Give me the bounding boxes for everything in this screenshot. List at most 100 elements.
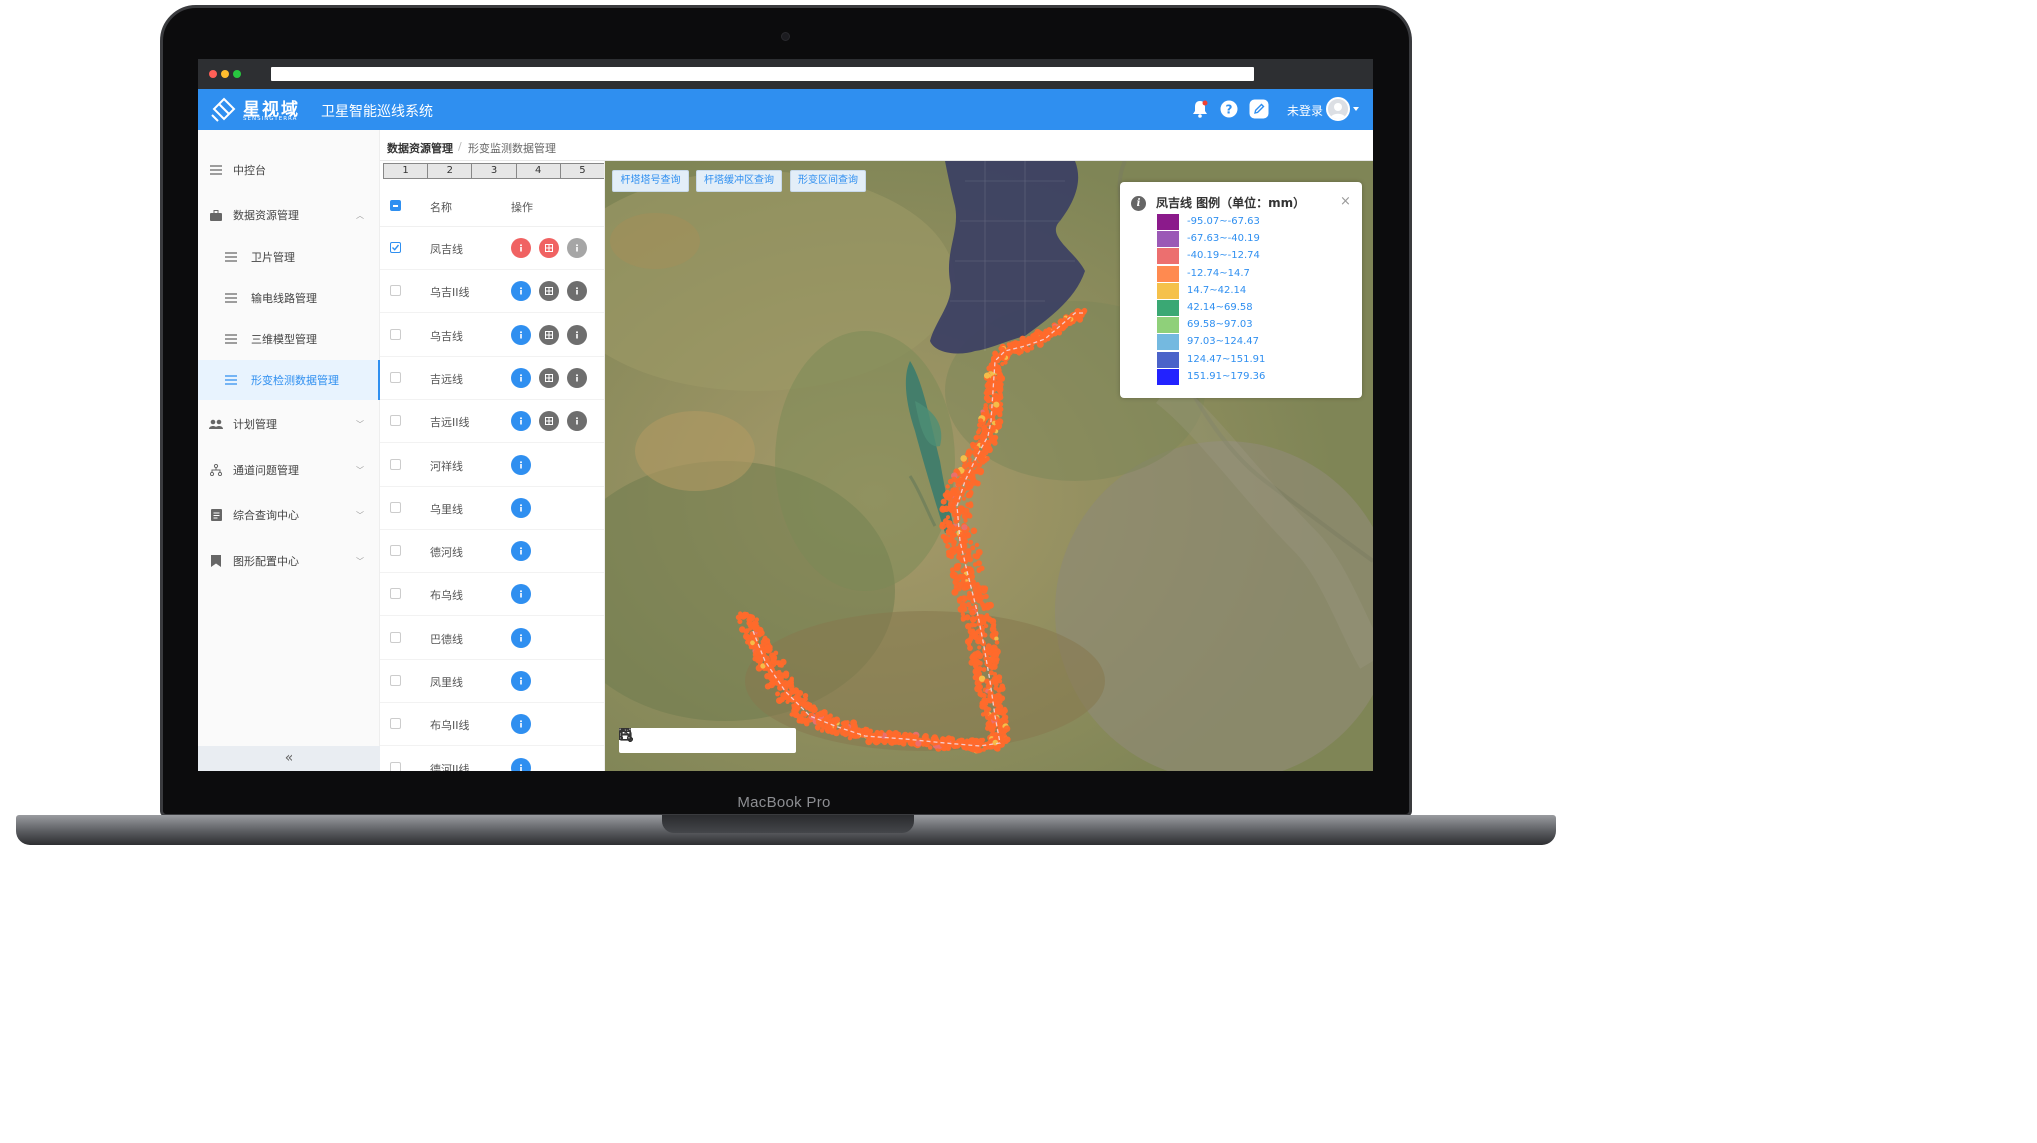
area-measure-icon[interactable]	[620, 728, 679, 753]
info-button[interactable]	[511, 454, 531, 475]
edit-icon[interactable]	[1249, 99, 1269, 119]
map-toolbar	[619, 728, 796, 753]
row-checkbox[interactable]	[390, 415, 401, 427]
avatar[interactable]	[1326, 97, 1350, 121]
detail-button[interactable]	[567, 238, 587, 258]
detail-button[interactable]	[567, 367, 587, 388]
layers-tree-icon[interactable]	[619, 728, 797, 753]
info-button[interactable]	[511, 367, 531, 388]
legend-swatch	[1157, 300, 1179, 316]
list-item[interactable]: 吉远II线	[380, 400, 604, 444]
list-item[interactable]: 吉远线	[380, 357, 604, 400]
sidebar-item-query-center[interactable]: 综合查询中心 ﹀	[198, 495, 380, 535]
list-item[interactable]: 凤吉线	[380, 227, 604, 270]
page-tab-5[interactable]: 5	[559, 163, 604, 179]
chevron-down-icon[interactable]	[1353, 107, 1359, 111]
minimize-window-dot[interactable]	[221, 70, 229, 78]
info-button[interactable]	[511, 714, 531, 735]
row-checkbox[interactable]	[390, 718, 401, 730]
deformation-point	[793, 687, 799, 694]
maximize-window-dot[interactable]	[233, 70, 241, 78]
list-item[interactable]: 凤里线	[380, 660, 604, 703]
print-icon[interactable]	[619, 728, 767, 753]
list-item[interactable]: 乌里线	[380, 487, 604, 530]
row-checkbox[interactable]	[390, 328, 401, 340]
table-button[interactable]	[539, 367, 559, 388]
table-button[interactable]	[539, 411, 559, 432]
address-bar[interactable]	[271, 67, 1254, 81]
tower-number-query-button[interactable]: 杆塔塔号查询	[612, 170, 689, 192]
info-button[interactable]	[511, 541, 531, 562]
sidebar-item-data-resources[interactable]: 数据资源管理 ︿	[198, 195, 380, 235]
tower-buffer-query-button[interactable]: 杆塔缓冲区查询	[696, 170, 782, 192]
crop-icon[interactable]	[619, 728, 708, 753]
sidebar-item-channel-issues[interactable]: 通道问题管理 ﹀	[198, 450, 380, 490]
info-button[interactable]	[511, 497, 531, 518]
sidebar-item-graphics-config[interactable]: 图形配置中心 ﹀	[198, 541, 380, 581]
list-item[interactable]: 德河线	[380, 530, 604, 574]
sidebar-item-deformation-data[interactable]: 形变检测数据管理	[198, 360, 380, 400]
detail-button[interactable]	[567, 281, 587, 302]
deformation-range-query-button[interactable]: 形变区间查询	[790, 170, 866, 192]
bell-icon[interactable]	[1190, 99, 1210, 119]
breadcrumb-root[interactable]: 数据资源管理	[387, 140, 453, 156]
page-tab-1[interactable]: 1	[383, 163, 429, 179]
close-icon[interactable]: ×	[1340, 194, 1351, 209]
sidebar-item-console[interactable]: 中控台	[198, 150, 380, 190]
list-item[interactable]: 布乌II线	[380, 703, 604, 747]
table-button[interactable]	[539, 238, 559, 258]
deformation-point	[957, 587, 962, 592]
row-checkbox[interactable]	[390, 285, 401, 297]
row-checkbox[interactable]	[390, 631, 401, 643]
info-icon	[576, 330, 578, 339]
deformation-point	[819, 728, 825, 733]
list-item[interactable]: 巴德线	[380, 617, 604, 660]
info-button[interactable]	[511, 411, 531, 432]
deformation-point	[892, 730, 900, 737]
help-icon[interactable]: ?	[1219, 99, 1239, 119]
info-button[interactable]	[511, 584, 531, 605]
legend-title: 凤吉线 图例（单位：mm）	[1156, 196, 1306, 210]
info-button[interactable]	[511, 238, 531, 258]
page-tab-3[interactable]: 3	[471, 163, 517, 179]
select-all-checkbox[interactable]	[390, 200, 401, 211]
list-item[interactable]: 河祥线	[380, 444, 604, 487]
table-button[interactable]	[539, 281, 559, 302]
list-item[interactable]: 德河II线	[380, 747, 604, 771]
row-checkbox[interactable]	[390, 458, 401, 470]
row-checkbox[interactable]	[390, 501, 401, 513]
list-item[interactable]: 布乌线	[380, 573, 604, 617]
row-checkbox[interactable]	[390, 242, 401, 253]
list-item[interactable]: 乌吉II线	[380, 270, 604, 314]
info-button[interactable]	[511, 627, 531, 648]
page-tab-2[interactable]: 2	[427, 163, 473, 179]
deformation-point	[959, 535, 967, 542]
fullscreen-icon[interactable]	[619, 728, 738, 753]
table-button[interactable]	[539, 324, 559, 345]
list-item[interactable]: 乌吉线	[380, 314, 604, 357]
sidebar-item-label: 数据资源管理	[233, 209, 299, 222]
info-button[interactable]	[511, 324, 531, 345]
row-checkbox[interactable]	[390, 545, 401, 557]
sidebar-item-satellite-images[interactable]: 卫片管理	[198, 237, 380, 277]
detail-button[interactable]	[567, 411, 587, 432]
sidebar-item-plan-management[interactable]: 计划管理 ﹀	[198, 404, 380, 444]
page-tab-4[interactable]: 4	[515, 163, 561, 179]
sidebar-item-3d-models[interactable]: 三维模型管理	[198, 319, 380, 359]
deformation-point	[1061, 325, 1066, 330]
login-status[interactable]: 未登录	[1287, 102, 1323, 119]
info-button[interactable]	[511, 671, 531, 691]
row-checkbox[interactable]	[390, 675, 401, 686]
row-checkbox[interactable]	[390, 371, 401, 383]
deformation-point	[977, 428, 982, 433]
close-window-dot[interactable]	[209, 70, 217, 78]
info-button[interactable]	[511, 757, 531, 771]
map-view[interactable]: 杆塔塔号查询 杆塔缓冲区查询 形变区间查询 i 凤吉线 图例（单位：mm） × …	[605, 161, 1373, 771]
collapse-sidebar-button[interactable]: «	[198, 746, 380, 771]
row-checkbox[interactable]	[390, 761, 401, 771]
logo[interactable]: 星视域 SENSINGTERRA	[210, 94, 310, 126]
sidebar-item-power-lines[interactable]: 输电线路管理	[198, 278, 380, 318]
info-button[interactable]	[511, 281, 531, 302]
detail-button[interactable]	[567, 324, 587, 345]
row-checkbox[interactable]	[390, 588, 401, 600]
